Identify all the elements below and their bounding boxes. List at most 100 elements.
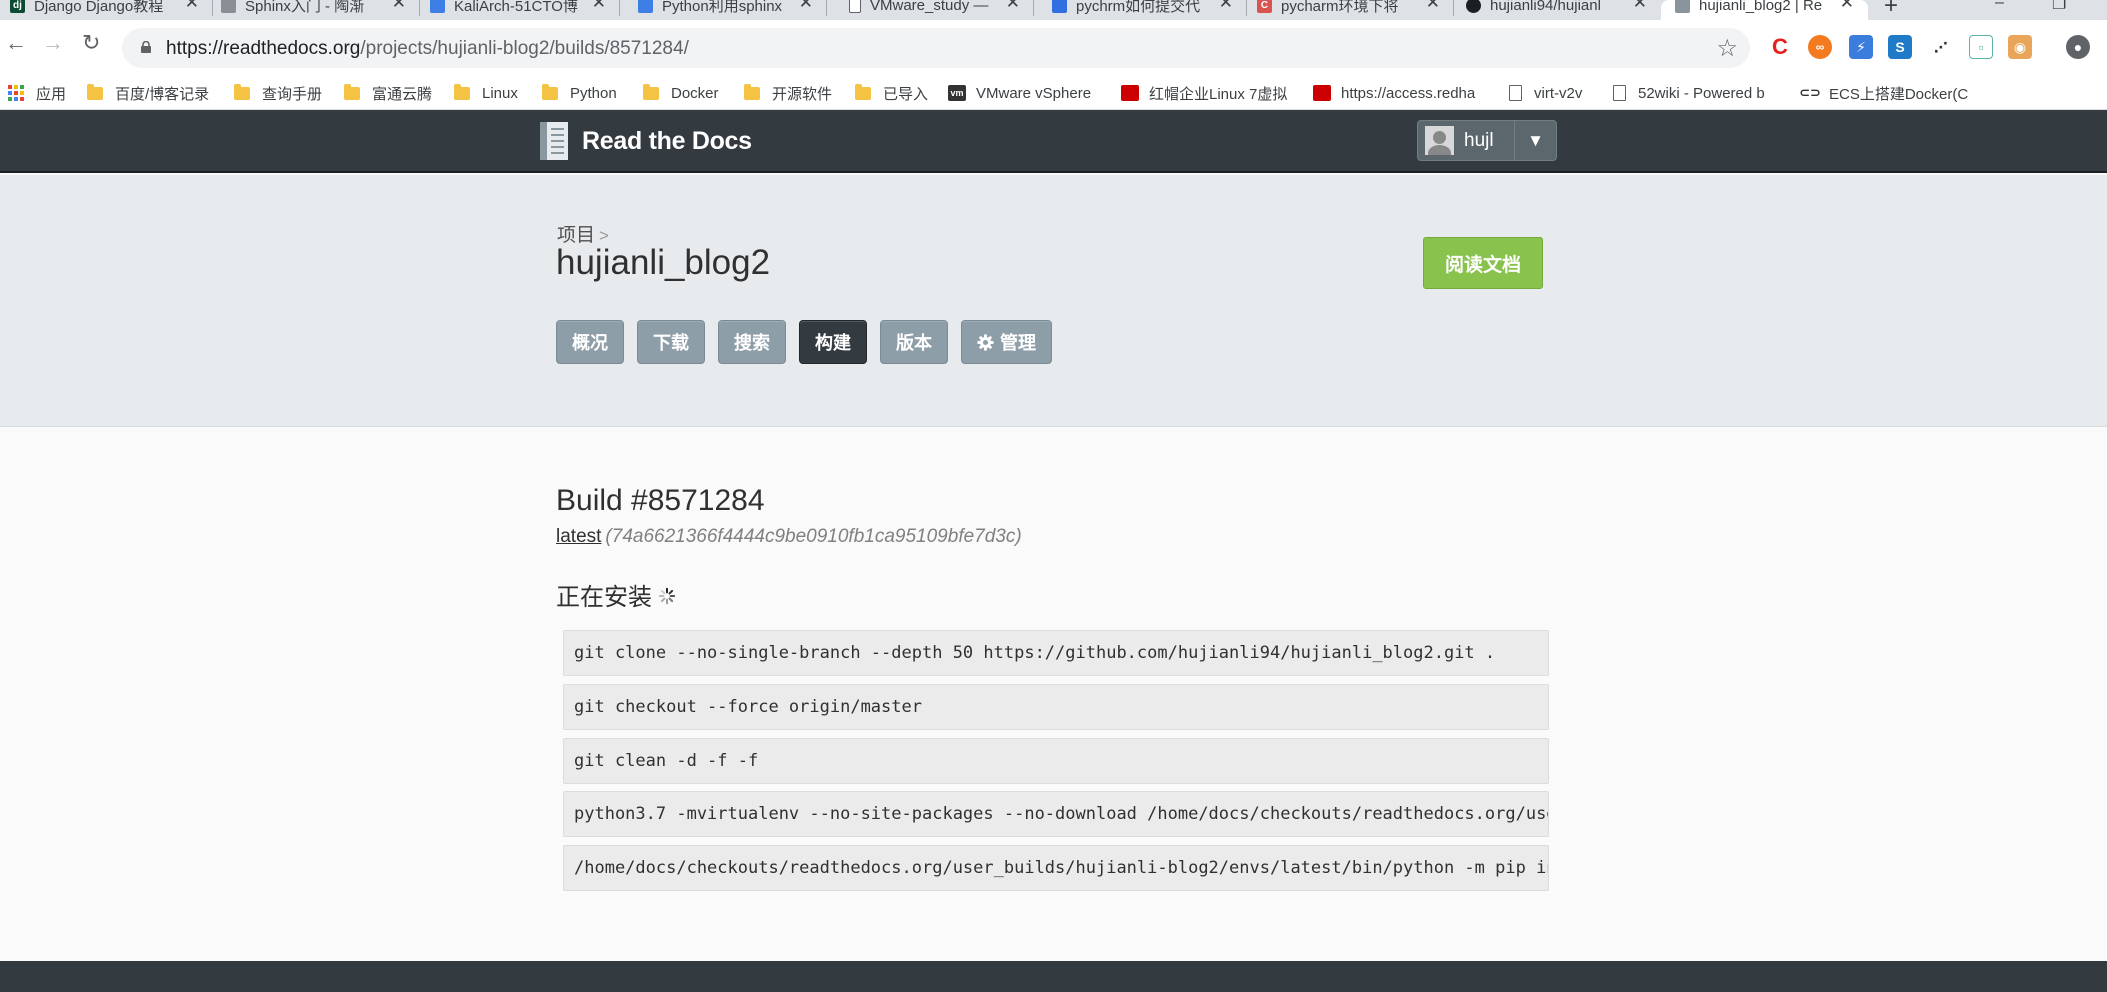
nav-builds-button[interactable]: 构建 — [799, 320, 867, 364]
build-version-line: latest (74a6621366f4444c9be0910fb1ca95109… — [556, 526, 1022, 548]
bookmark-folder[interactable]: 已导入 — [855, 76, 928, 110]
project-nav: 概况 下载 搜索 构建 版本 管理 — [556, 320, 1065, 364]
browser-tab[interactable]: Sphinx入门 - 陶渐 ✕ — [213, 0, 420, 20]
link-icon: ⊂⊃ — [1799, 85, 1821, 100]
extension-icon[interactable]: ▫ — [1969, 35, 1993, 59]
build-command[interactable]: git clone --no-single-branch --depth 50 … — [563, 630, 1549, 676]
close-tab-icon[interactable]: ✕ — [1006, 0, 1020, 13]
extension-icon[interactable]: S — [1888, 35, 1912, 59]
bookmark-folder[interactable]: 查询手册 — [234, 76, 322, 110]
redhat-icon — [1121, 85, 1139, 101]
browser-tab-active[interactable]: hujianli_blog2 | Re ✕ — [1661, 0, 1868, 20]
bookmark-label: 应用 — [36, 85, 67, 103]
bookmark-link[interactable]: https://access.redha — [1313, 76, 1481, 110]
user-menu[interactable]: hujl ▼ — [1417, 120, 1557, 161]
folder-icon — [234, 83, 250, 100]
extension-icon[interactable]: ◉ — [2008, 35, 2032, 59]
site-footer — [0, 961, 2107, 992]
build-command[interactable]: git checkout --force origin/master — [563, 684, 1549, 730]
nav-search-button[interactable]: 搜索 — [718, 320, 786, 364]
bookmark-link[interactable]: 红帽企业Linux 7虚拟 — [1121, 76, 1304, 110]
bookmark-apps[interactable]: 应用 — [8, 76, 66, 110]
browser-tab[interactable]: dj Django Django教程 ✕ — [0, 0, 213, 20]
bookmark-label: Python — [570, 84, 617, 102]
nav-versions-button[interactable]: 版本 — [880, 320, 948, 364]
close-tab-icon[interactable]: ✕ — [592, 0, 606, 13]
bookmark-label: 百度/博客记录 — [115, 85, 210, 103]
bookmark-folder[interactable]: 富通云腾 — [344, 76, 432, 110]
bookmark-star-icon[interactable]: ☆ — [1716, 34, 1738, 63]
browser-tab[interactable]: hujianli94/hujianl ✕ — [1454, 0, 1661, 20]
tab-title: Django Django教程 — [34, 0, 164, 15]
nav-label: 搜索 — [734, 333, 770, 353]
address-bar[interactable]: https://readthedocs.org/projects/hujianl… — [122, 28, 1750, 68]
browser-toolbar: ← → ↻ https://readthedocs.org/projects/h… — [0, 20, 2107, 76]
csdn-favicon-icon: C — [1257, 0, 1272, 13]
bookmark-favicon-icon — [638, 0, 653, 13]
vmware-icon: vm — [948, 85, 966, 101]
new-tab-button[interactable]: + — [1884, 0, 1898, 20]
site-logo[interactable]: Read the Docs — [538, 120, 752, 162]
reload-button[interactable]: ↻ — [82, 32, 100, 54]
caret-down-icon: ▼ — [1527, 130, 1544, 150]
nav-admin-button[interactable]: 管理 — [961, 320, 1052, 364]
browser-tab[interactable]: KaliArch-51CTO博 ✕ — [420, 0, 620, 20]
extension-icon[interactable]: ∞ — [1808, 35, 1832, 59]
close-tab-icon[interactable]: ✕ — [1426, 0, 1440, 13]
site-header: Read the Docs hujl ▼ — [0, 110, 2107, 173]
bookmark-folder[interactable]: Linux — [454, 76, 518, 110]
bookmark-folder[interactable]: 开源软件 — [744, 76, 832, 110]
close-tab-icon[interactable]: ✕ — [1219, 0, 1233, 13]
extension-icon[interactable]: ⚡ — [1849, 35, 1873, 59]
close-tab-icon[interactable]: ✕ — [185, 0, 199, 13]
bookmark-label: 红帽企业Linux 7虚拟 — [1149, 85, 1288, 103]
nav-label: 概况 — [572, 333, 608, 353]
nav-label: 下载 — [653, 333, 689, 353]
nav-label: 构建 — [815, 333, 851, 353]
minimize-window-button[interactable]: – — [1995, 0, 2004, 12]
bookmark-link[interactable]: ⊂⊃ ECS上搭建Docker(C — [1799, 76, 2009, 110]
build-command[interactable]: /home/docs/checkouts/readthedocs.org/use… — [563, 845, 1549, 891]
back-button[interactable]: ← — [5, 32, 27, 54]
bookmark-link[interactable]: virt-v2v — [1509, 76, 1582, 110]
bookmark-folder[interactable]: Docker — [643, 76, 719, 110]
profile-avatar-icon[interactable]: ● — [2066, 35, 2090, 59]
close-tab-icon[interactable]: ✕ — [1633, 0, 1647, 13]
tab-title: hujianli_blog2 | Re — [1699, 0, 1823, 14]
build-command[interactable]: python3.7 -mvirtualenv --no-site-package… — [563, 791, 1549, 837]
tab-title: Sphinx入门 - 陶渐 — [245, 0, 365, 15]
browser-tab[interactable]: pychrm如何提交代 ✕ — [1034, 0, 1247, 20]
bookmark-folder[interactable]: Python — [542, 76, 617, 110]
bookmark-link[interactable]: 52wiki - Powered b — [1613, 76, 1765, 110]
close-tab-icon[interactable]: ✕ — [392, 0, 406, 13]
bookmark-folder[interactable]: 百度/博客记录 — [87, 76, 209, 110]
extension-icon[interactable]: ⋰ — [1929, 35, 1953, 59]
bookmark-link[interactable]: vm VMware vSphere — [948, 76, 1091, 110]
project-title[interactable]: hujianli_blog2 — [556, 243, 770, 283]
close-tab-icon[interactable]: ✕ — [799, 0, 813, 13]
bookmark-label: https://access.redha — [1341, 84, 1476, 102]
forward-button[interactable]: → — [42, 32, 64, 54]
tab-title: pychrm如何提交代 — [1076, 0, 1201, 15]
bookmark-label: 查询手册 — [262, 85, 323, 103]
restore-window-button[interactable]: ❐ — [2052, 0, 2066, 14]
browser-tab[interactable]: C pycharm环境下将 ✕ — [1247, 0, 1454, 20]
close-tab-icon[interactable]: ✕ — [1840, 0, 1854, 13]
csdn-extension-icon[interactable]: C — [1768, 34, 1792, 59]
user-dropdown-toggle[interactable]: ▼ — [1515, 121, 1556, 160]
page-icon — [1613, 85, 1626, 101]
bookmark-label: ECS上搭建Docker(C — [1829, 85, 1969, 103]
project-header: 项目> hujianli_blog2 阅读文档 概况 下载 搜索 构建 版本 — [0, 175, 2107, 427]
build-command[interactable]: git clean -d -f -f — [563, 738, 1549, 784]
bookmark-label: Docker — [671, 84, 719, 102]
avatar — [1425, 126, 1454, 155]
folder-icon — [344, 83, 360, 100]
browser-tab[interactable]: VMware_study — ✕ — [827, 0, 1034, 20]
browser-tab[interactable]: Python利用sphinx ✕ — [620, 0, 827, 20]
read-docs-button[interactable]: 阅读文档 — [1423, 237, 1543, 289]
nav-overview-button[interactable]: 概况 — [556, 320, 624, 364]
tab-title: VMware_study — — [870, 0, 989, 14]
user-profile-link[interactable]: hujl — [1418, 121, 1515, 160]
version-link[interactable]: latest — [556, 526, 601, 547]
nav-downloads-button[interactable]: 下载 — [637, 320, 705, 364]
